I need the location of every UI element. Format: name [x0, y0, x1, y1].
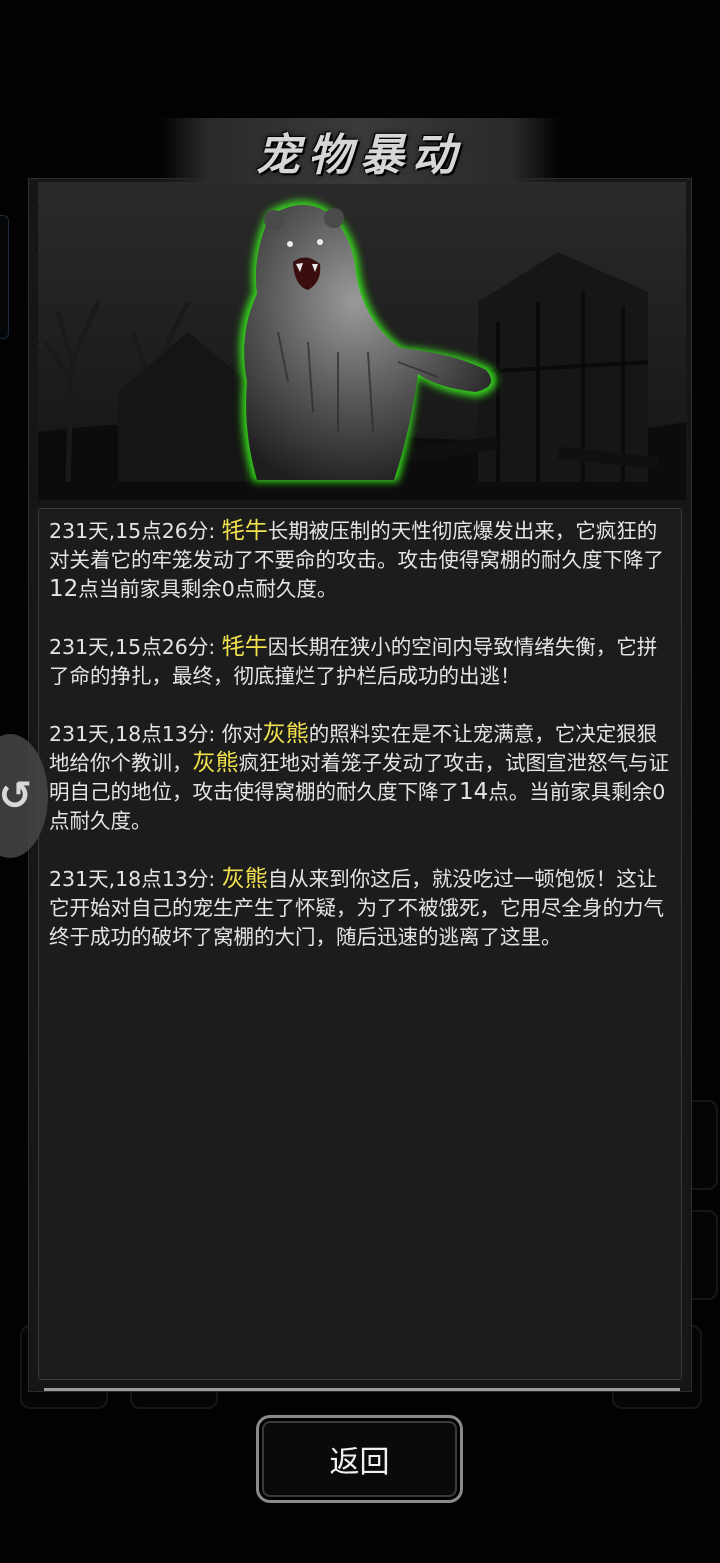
log-entry: 231天,18点13分: 灰熊自从来到你这后，就没吃过一顿饱饭！这让它开始对自己…: [49, 865, 671, 952]
pet-name: 牦牛: [221, 634, 268, 660]
bear-illustration: [38, 182, 686, 500]
divider: [44, 1388, 680, 1391]
dialog-title: 宠物暴动: [256, 130, 464, 181]
back-button-label: 返回: [329, 1445, 390, 1480]
log-time: 231天,18点13分:: [49, 867, 222, 891]
pet-name: 灰熊: [192, 750, 239, 776]
side-panel-edge: [0, 215, 9, 339]
log-entry: 231天,18点13分: 你对灰熊的照料实在是不让宠满意，它决定狠狠地给你个教训…: [49, 720, 671, 836]
damage-value: 12: [49, 576, 79, 602]
log-time: 231天,18点13分:: [49, 722, 222, 746]
pet-name: 灰熊: [262, 721, 309, 747]
pet-riot-screen: 宠物暴动 231天,15点26分: 牦牛长期被压制的天性彻底爆发出来，它疯狂的对…: [0, 0, 720, 1563]
log-text: 你对: [221, 722, 263, 746]
pet-name: 灰熊: [221, 866, 268, 892]
bear-scene-svg: [38, 182, 686, 500]
back-button[interactable]: 返回: [256, 1415, 463, 1503]
log-text: 点当前家具剩余0点耐久度。: [78, 577, 338, 601]
pet-name: 牦牛: [221, 518, 268, 544]
log-entry: 231天,15点26分: 牦牛长期被压制的天性彻底爆发出来，它疯狂的对关着它的牢…: [49, 517, 671, 604]
damage-value: 14: [459, 779, 489, 805]
log-time: 231天,15点26分:: [49, 519, 222, 543]
log-entry: 231天,15点26分: 牦牛因长期在狭小的空间内导致情绪失衡，它拼了命的挣扎，…: [49, 633, 671, 691]
log-time: 231天,15点26分:: [49, 635, 222, 659]
refresh-icon: ↺: [0, 773, 32, 819]
title-banner: 宠物暴动: [160, 118, 560, 184]
event-log[interactable]: 231天,15点26分: 牦牛长期被压制的天性彻底爆发出来，它疯狂的对关着它的牢…: [38, 508, 682, 1380]
